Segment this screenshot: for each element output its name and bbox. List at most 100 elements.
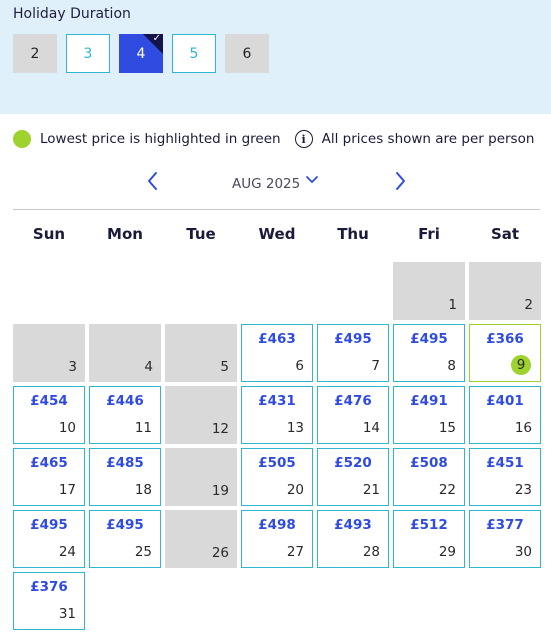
calendar-day-18[interactable]: £485 18 [89,448,161,506]
day-number: 15 [438,420,456,436]
day-number: 1 [448,297,457,313]
calendar-day-28[interactable]: £493 28 [317,510,389,568]
day-number: 26 [211,545,229,561]
day-price: £376 [30,579,68,595]
day-price: £495 [410,331,448,347]
calendar-day-14[interactable]: £476 14 [317,386,389,444]
calendar-day-8[interactable]: £495 8 [393,324,465,382]
month-navigation: AUG 2025 [0,168,551,196]
calendar-day-30[interactable]: £377 30 [469,510,541,568]
duration-option-4[interactable]: 4 ✓ [119,34,163,73]
day-price: £505 [258,455,296,471]
calendar-day-2: 2 [469,262,541,320]
day-number: 31 [58,606,76,622]
calendar-day-29[interactable]: £512 29 [393,510,465,568]
day-price: £485 [106,455,144,471]
day-number: 16 [514,420,532,436]
day-number: 10 [58,420,76,436]
day-number: 13 [286,420,304,436]
day-number: 14 [362,420,380,436]
duration-option-label: 3 [83,45,93,62]
weekday-wed: Wed [258,225,296,243]
calendar-day-1: 1 [393,262,465,320]
per-person-text: All prices shown are per person [321,131,535,147]
day-price: £512 [410,517,448,533]
day-number: 21 [362,482,380,498]
weekday-tue: Tue [186,225,216,243]
weekday-mon: Mon [107,225,143,243]
calendar-day-21[interactable]: £520 21 [317,448,389,506]
calendar-day-27[interactable]: £498 27 [241,510,313,568]
duration-option-label: 6 [242,45,252,62]
day-price: £498 [258,517,296,533]
day-number: 23 [514,482,532,498]
green-dot-icon [13,130,31,148]
day-number: 6 [295,358,304,374]
day-number: 28 [362,544,380,560]
day-price: £463 [258,331,296,347]
calendar-day-19: 19 [165,448,237,506]
day-price: £401 [486,393,524,409]
calendar-day-15[interactable]: £491 15 [393,386,465,444]
month-selector-label[interactable]: AUG 2025 [232,176,300,192]
calendar-day-9[interactable]: £366 9 [469,324,541,382]
duration-option-6: 6 [225,34,269,73]
duration-option-2: 2 [13,34,57,73]
price-legend: Lowest price is highlighted in green i A… [13,130,534,148]
duration-option-label: 5 [189,45,199,62]
day-price: £520 [334,455,372,471]
calendar-day-24[interactable]: £495 24 [13,510,85,568]
duration-title: Holiday Duration [13,6,131,22]
day-price: £508 [410,455,448,471]
weekday-sun: Sun [32,225,66,243]
day-number: 29 [438,544,456,560]
duration-option-label: 2 [30,45,40,62]
calendar-day-22[interactable]: £508 22 [393,448,465,506]
day-price: £495 [30,517,68,533]
calendar-day-10[interactable]: £454 10 [13,386,85,444]
chevron-down-icon[interactable] [305,173,319,187]
calendar-day-3: 3 [13,324,85,382]
calendar-day-23[interactable]: £451 23 [469,448,541,506]
day-number: 19 [211,483,229,499]
day-number: 4 [144,359,153,375]
day-number: 27 [286,544,304,560]
duration-option-5[interactable]: 5 [172,34,216,73]
chevron-right-icon[interactable] [391,170,409,192]
checkmark-icon: ✓ [152,34,161,44]
day-price: £366 [486,331,524,347]
day-number: 9 [511,355,531,375]
calendar-day-11[interactable]: £446 11 [89,386,161,444]
day-price: £446 [106,393,144,409]
day-number: 12 [211,421,229,437]
day-number: 8 [447,358,456,374]
chevron-left-icon[interactable] [144,170,162,192]
day-number: 30 [514,544,532,560]
calendar-day-20[interactable]: £505 20 [241,448,313,506]
day-price: £451 [486,455,524,471]
day-number: 22 [438,482,456,498]
duration-option-3[interactable]: 3 [66,34,110,73]
day-number: 20 [286,482,304,498]
calendar-day-13[interactable]: £431 13 [241,386,313,444]
calendar-day-31[interactable]: £376 31 [13,572,85,630]
calendar-day-17[interactable]: £465 17 [13,448,85,506]
day-price: £476 [334,393,372,409]
calendar-day-25[interactable]: £495 25 [89,510,161,568]
calendar-day-6[interactable]: £463 6 [241,324,313,382]
day-number: 3 [68,359,77,375]
weekday-fri: Fri [418,225,440,243]
day-price: £493 [334,517,372,533]
calendar-day-16[interactable]: £401 16 [469,386,541,444]
day-number: 17 [58,482,76,498]
calendar-day-7[interactable]: £495 7 [317,324,389,382]
day-price: £377 [486,517,524,533]
day-price: £465 [30,455,68,471]
day-number: 18 [134,482,152,498]
day-number: 25 [134,544,152,560]
calendar-day-12: 12 [165,386,237,444]
day-price: £491 [410,393,448,409]
info-icon: i [294,130,313,148]
day-number: 7 [371,358,380,374]
duration-panel: Holiday Duration 2 3 4 ✓ 5 6 [0,0,551,114]
